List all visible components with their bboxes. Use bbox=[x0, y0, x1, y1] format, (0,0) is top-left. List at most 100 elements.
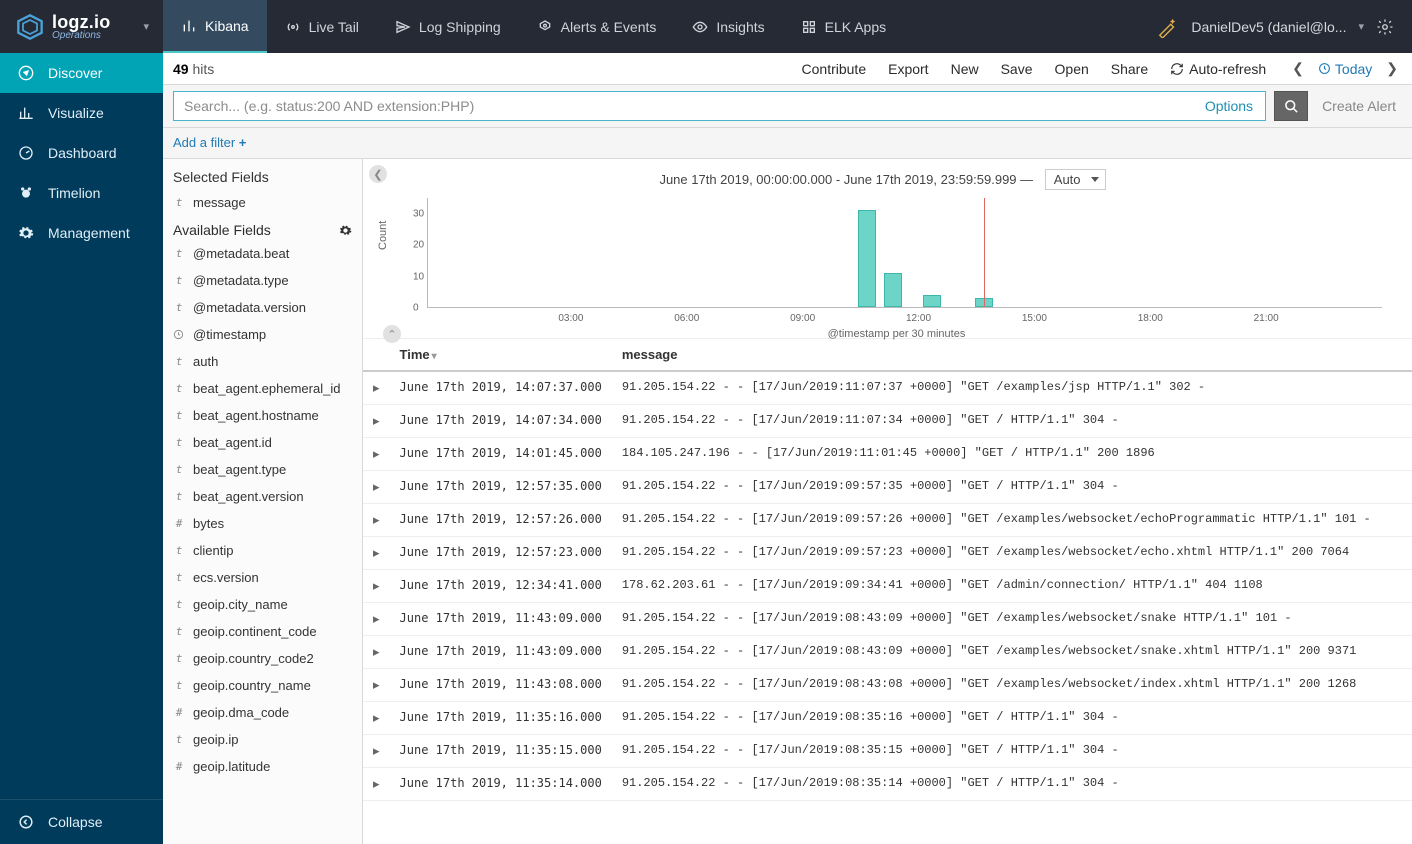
field-beat_agent-id[interactable]: tbeat_agent.id bbox=[163, 429, 362, 456]
open-link[interactable]: Open bbox=[1055, 61, 1089, 77]
sidebar-item-visualize[interactable]: Visualize bbox=[0, 93, 163, 133]
field-bytes[interactable]: #bytes bbox=[163, 510, 362, 537]
table-row[interactable]: ▸June 17th 2019, 11:43:09.00091.205.154.… bbox=[363, 603, 1412, 636]
field-geoip-ip[interactable]: tgeoip.ip bbox=[163, 726, 362, 753]
expand-row-icon[interactable]: ▸ bbox=[363, 438, 390, 471]
time-picker[interactable]: Today bbox=[1318, 61, 1372, 77]
chart-bar[interactable] bbox=[923, 295, 941, 307]
auto-refresh-toggle[interactable]: Auto-refresh bbox=[1170, 61, 1266, 77]
time-prev[interactable]: ❮ bbox=[1288, 60, 1308, 77]
field-auth[interactable]: tauth bbox=[163, 348, 362, 375]
field-beat_agent-version[interactable]: tbeat_agent.version bbox=[163, 483, 362, 510]
xtick: 15:00 bbox=[1022, 313, 1047, 324]
sidebar-item-management[interactable]: Management bbox=[0, 213, 163, 253]
field-beat_agent-type[interactable]: tbeat_agent.type bbox=[163, 456, 362, 483]
field-geoip-latitude[interactable]: #geoip.latitude bbox=[163, 753, 362, 780]
field-ecs-version[interactable]: tecs.version bbox=[163, 564, 362, 591]
expand-row-icon[interactable]: ▸ bbox=[363, 471, 390, 504]
cell-time: June 17th 2019, 11:35:15.000 bbox=[390, 735, 612, 768]
expand-row-icon[interactable]: ▸ bbox=[363, 537, 390, 570]
field-message[interactable]: tmessage bbox=[163, 189, 362, 216]
sidebar: DiscoverVisualizeDashboardTimelionManage… bbox=[0, 53, 163, 844]
expand-row-icon[interactable]: ▸ bbox=[363, 603, 390, 636]
field--timestamp[interactable]: @timestamp bbox=[163, 321, 362, 348]
search-button[interactable] bbox=[1274, 91, 1308, 121]
cell-time: June 17th 2019, 12:57:23.000 bbox=[390, 537, 612, 570]
table-row[interactable]: ▸June 17th 2019, 14:01:45.000184.105.247… bbox=[363, 438, 1412, 471]
expand-row-icon[interactable]: ▸ bbox=[363, 669, 390, 702]
save-link[interactable]: Save bbox=[1001, 61, 1033, 77]
share-link[interactable]: Share bbox=[1111, 61, 1148, 77]
table-row[interactable]: ▸June 17th 2019, 11:35:14.00091.205.154.… bbox=[363, 768, 1412, 801]
interval-select[interactable]: Auto bbox=[1045, 169, 1106, 190]
create-alert-link[interactable]: Create Alert bbox=[1316, 91, 1402, 121]
sidebar-item-dashboard[interactable]: Dashboard bbox=[0, 133, 163, 173]
new-link[interactable]: New bbox=[951, 61, 979, 77]
chart-bar[interactable] bbox=[858, 210, 876, 307]
topnav-kibana[interactable]: Kibana bbox=[163, 0, 267, 53]
expand-row-icon[interactable]: ▸ bbox=[363, 735, 390, 768]
expand-row-icon[interactable]: ▸ bbox=[363, 768, 390, 801]
table-row[interactable]: ▸June 17th 2019, 12:34:41.000178.62.203.… bbox=[363, 570, 1412, 603]
expand-row-icon[interactable]: ▸ bbox=[363, 570, 390, 603]
user-name[interactable]: DanielDev5 (daniel@lo... bbox=[1191, 19, 1346, 35]
time-pager: ❮ Today ❯ bbox=[1288, 60, 1402, 77]
search-options[interactable]: Options bbox=[1193, 98, 1265, 114]
add-filter-link[interactable]: Add a filter + bbox=[173, 135, 246, 150]
table-row[interactable]: ▸June 17th 2019, 11:43:08.00091.205.154.… bbox=[363, 669, 1412, 702]
expand-row-icon[interactable]: ▸ bbox=[363, 702, 390, 735]
export-link[interactable]: Export bbox=[888, 61, 928, 77]
topnav-log-shipping[interactable]: Log Shipping bbox=[377, 0, 519, 53]
table-row[interactable]: ▸June 17th 2019, 11:35:16.00091.205.154.… bbox=[363, 702, 1412, 735]
field-geoip-dma_code[interactable]: #geoip.dma_code bbox=[163, 699, 362, 726]
field-geoip-country_name[interactable]: tgeoip.country_name bbox=[163, 672, 362, 699]
cell-message: 91.205.154.22 - - [17/Jun/2019:11:07:37 … bbox=[612, 371, 1412, 405]
topnav-insights[interactable]: Insights bbox=[674, 0, 782, 53]
field--metadata-type[interactable]: t@metadata.type bbox=[163, 267, 362, 294]
chevron-down-icon[interactable]: ▾ bbox=[1358, 20, 1364, 33]
topnav-elk-apps[interactable]: ELK Apps bbox=[783, 0, 905, 53]
cell-time: June 17th 2019, 11:35:14.000 bbox=[390, 768, 612, 801]
table-row[interactable]: ▸June 17th 2019, 12:57:23.00091.205.154.… bbox=[363, 537, 1412, 570]
chart-bar[interactable] bbox=[884, 273, 902, 307]
magic-wand-icon[interactable] bbox=[1157, 16, 1179, 38]
cell-time: June 17th 2019, 12:34:41.000 bbox=[390, 570, 612, 603]
chart-ylabel: Count bbox=[377, 221, 389, 250]
time-next[interactable]: ❯ bbox=[1382, 60, 1402, 77]
search-input[interactable] bbox=[174, 92, 1193, 120]
field-beat_agent-hostname[interactable]: tbeat_agent.hostname bbox=[163, 402, 362, 429]
contribute-link[interactable]: Contribute bbox=[802, 61, 867, 77]
col-message[interactable]: message bbox=[612, 339, 1412, 371]
table-row[interactable]: ▸June 17th 2019, 11:35:15.00091.205.154.… bbox=[363, 735, 1412, 768]
log-table-wrap[interactable]: Time▾ message ▸June 17th 2019, 14:07:37.… bbox=[363, 339, 1412, 844]
chevron-down-icon[interactable]: ▾ bbox=[143, 20, 149, 33]
chart[interactable]: Count @timestamp per 30 minutes 01020300… bbox=[401, 194, 1392, 334]
collapse-left-button[interactable]: ❮ bbox=[369, 165, 387, 183]
field-geoip-country_code2[interactable]: tgeoip.country_code2 bbox=[163, 645, 362, 672]
expand-row-icon[interactable]: ▸ bbox=[363, 405, 390, 438]
topnav-live-tail[interactable]: Live Tail bbox=[267, 0, 377, 53]
fields-settings-gear-icon[interactable] bbox=[339, 224, 352, 237]
topnav-alerts-events[interactable]: Alerts & Events bbox=[519, 0, 675, 53]
table-row[interactable]: ▸June 17th 2019, 14:07:37.00091.205.154.… bbox=[363, 371, 1412, 405]
field-geoip-city_name[interactable]: tgeoip.city_name bbox=[163, 591, 362, 618]
table-row[interactable]: ▸June 17th 2019, 14:07:34.00091.205.154.… bbox=[363, 405, 1412, 438]
field-geoip-continent_code[interactable]: tgeoip.continent_code bbox=[163, 618, 362, 645]
logo[interactable]: logz.io Operations ▾ bbox=[0, 0, 163, 53]
expand-row-icon[interactable]: ▸ bbox=[363, 504, 390, 537]
field--metadata-version[interactable]: t@metadata.version bbox=[163, 294, 362, 321]
expand-row-icon[interactable]: ▸ bbox=[363, 636, 390, 669]
table-row[interactable]: ▸June 17th 2019, 11:43:09.00091.205.154.… bbox=[363, 636, 1412, 669]
gear-icon[interactable] bbox=[1376, 18, 1394, 36]
table-row[interactable]: ▸June 17th 2019, 12:57:35.00091.205.154.… bbox=[363, 471, 1412, 504]
col-time[interactable]: Time▾ bbox=[390, 339, 612, 371]
sidebar-item-discover[interactable]: Discover bbox=[0, 53, 163, 93]
sidebar-collapse[interactable]: Collapse bbox=[0, 799, 163, 844]
collapse-up-button[interactable]: ⌃ bbox=[383, 325, 401, 343]
table-row[interactable]: ▸June 17th 2019, 12:57:26.00091.205.154.… bbox=[363, 504, 1412, 537]
sidebar-item-timelion[interactable]: Timelion bbox=[0, 173, 163, 213]
field-beat_agent-ephemeral_id[interactable]: tbeat_agent.ephemeral_id bbox=[163, 375, 362, 402]
field--metadata-beat[interactable]: t@metadata.beat bbox=[163, 240, 362, 267]
expand-row-icon[interactable]: ▸ bbox=[363, 371, 390, 405]
field-clientip[interactable]: tclientip bbox=[163, 537, 362, 564]
